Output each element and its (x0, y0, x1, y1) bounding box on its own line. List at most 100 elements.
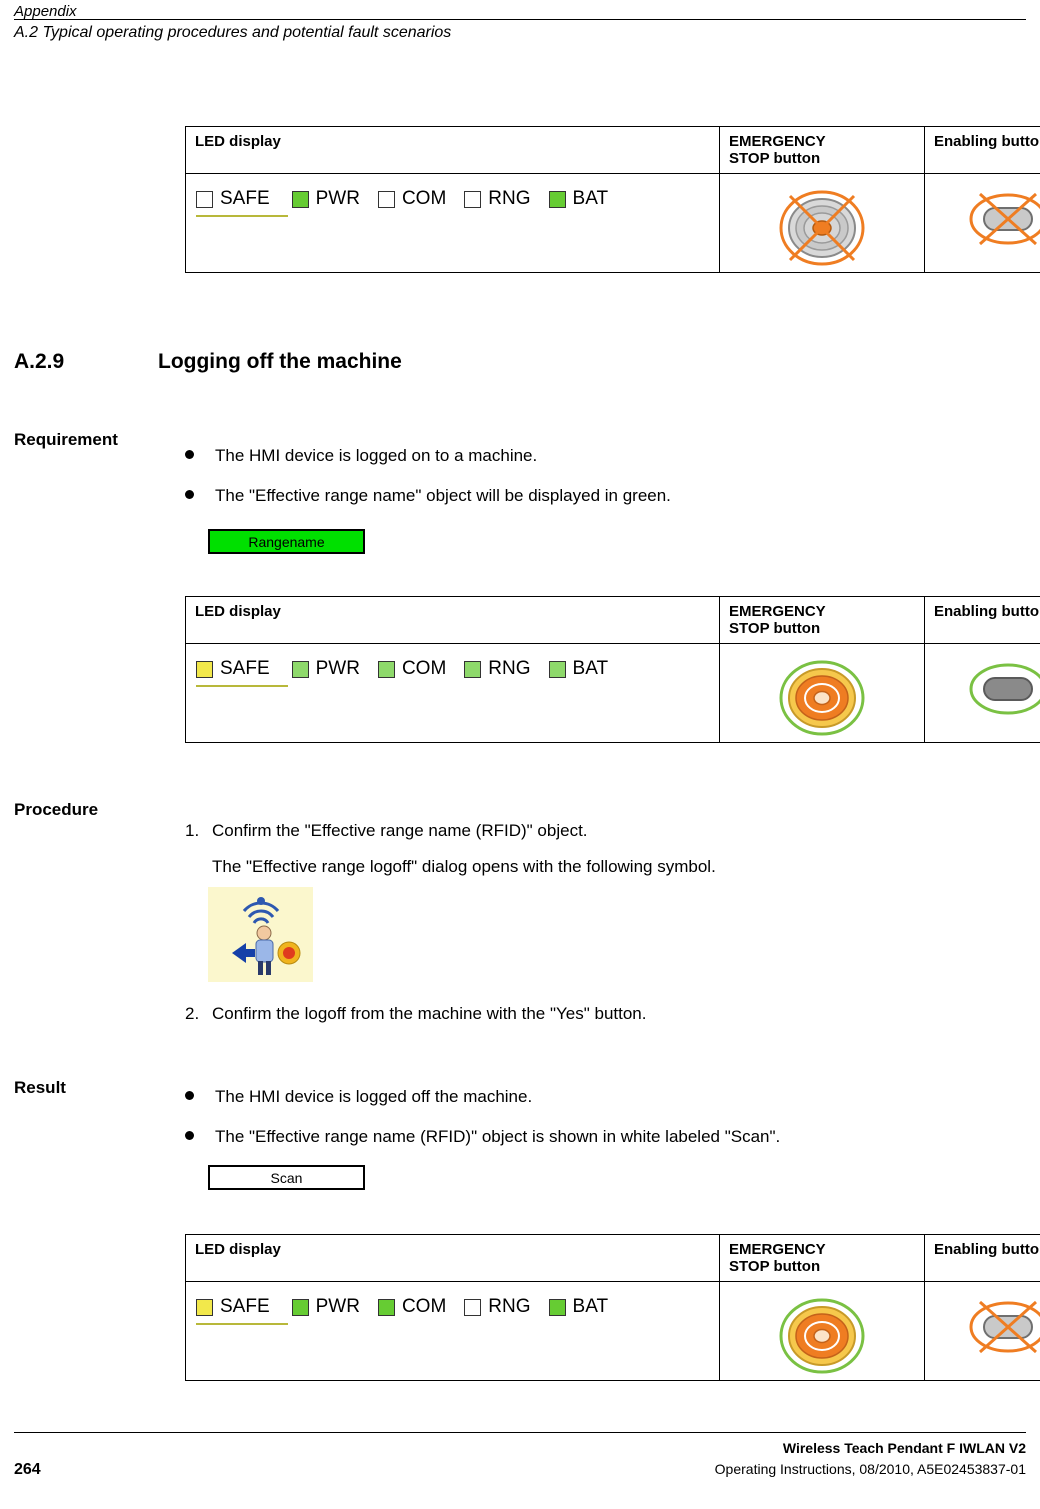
result-bullet-1-text: The HMI device is logged off the machine… (215, 1087, 533, 1106)
estop-cell (719, 173, 925, 273)
led-item-bat: BAT (548, 658, 609, 680)
led-label-com: COM (401, 1296, 447, 1317)
led-label-rng: RNG (488, 658, 531, 679)
table-body-row: SAFE PWR COM RNG BAT (185, 1281, 1040, 1381)
table-header-estop: EMERGENCY STOP button (719, 596, 925, 644)
bullet-dot (185, 450, 194, 459)
led-item-com: COM (377, 1296, 447, 1318)
led-item-rng: RNG (464, 1296, 531, 1318)
led-row: SAFE PWR COM RNG BAT (186, 1282, 719, 1325)
led-item-pwr: PWR (291, 658, 360, 680)
emergency-stop-active-icon (779, 1298, 865, 1374)
led-label-safe: SAFE (220, 1296, 270, 1317)
led-label-pwr: PWR (315, 658, 360, 679)
led-status-table-top: LED display EMERGENCY STOP button Enabli… (185, 126, 1040, 273)
estop-cell (719, 1281, 925, 1381)
enabling-button-active-icon (969, 663, 1040, 715)
led-display-cell: SAFE PWR COM RNG BAT (185, 173, 720, 273)
enabling-icon-wrap (925, 184, 1040, 254)
rfid-logoff-pictogram-icon (208, 887, 313, 982)
led-row: SAFE PWR COM RNG BAT (186, 174, 719, 217)
table-header-led: LED display (185, 126, 720, 174)
enabling-cell (924, 643, 1040, 743)
led-indicator-bat (548, 660, 566, 678)
led-indicator-com (377, 1298, 395, 1316)
table-header-enabling: Enabling button (924, 1234, 1040, 1282)
table-header-estop-line1: EMERGENCY (729, 133, 826, 150)
led-status-table-result: LED display EMERGENCY STOP button Enabli… (185, 1234, 1040, 1381)
led-status-table-requirement: LED display EMERGENCY STOP button Enabli… (185, 596, 1040, 743)
document-page: Appendix A.2 Typical operating procedure… (0, 0, 1040, 1509)
led-item-com: COM (377, 658, 446, 680)
scan-label: Scan (270, 1169, 303, 1186)
footer-page-number: 264 (14, 1461, 41, 1478)
section-number: A.2.9 (14, 350, 65, 373)
table-header-estop-line1: EMERGENCY (729, 603, 826, 620)
led-indicator-com (377, 190, 395, 208)
led-indicator-rng (464, 1298, 482, 1316)
procedure-step-1-text: Confirm the "Effective range name (RFID)… (212, 821, 588, 840)
led-label-bat: BAT (572, 188, 609, 209)
led-indicator-safe (196, 1298, 213, 1316)
table-header-enabling: Enabling button (924, 596, 1040, 644)
emergency-stop-active-icon (779, 660, 865, 736)
table-header-estop: EMERGENCY STOP button (719, 1234, 925, 1282)
led-label-bat: BAT (572, 1296, 609, 1317)
result-bullet-1: The HMI device is logged off the machine… (185, 1087, 885, 1107)
table-header-estop-line2: STOP button (729, 620, 821, 637)
led-indicator-pwr (291, 660, 309, 678)
table-header-estop: EMERGENCY STOP button (719, 126, 925, 174)
table-body-row: SAFE PWR COM RNG BAT (185, 173, 1040, 273)
header-divider (14, 19, 1026, 20)
led-item-com: COM (377, 188, 446, 210)
safe-underline (196, 685, 288, 687)
led-indicator-rng (464, 660, 482, 678)
bullet-dot (185, 1131, 194, 1140)
table-header-led: LED display (185, 1234, 720, 1282)
safe-underline (196, 215, 288, 217)
table-body-row: SAFE PWR COM RNG BAT (185, 643, 1040, 743)
table-header-row: LED display EMERGENCY STOP button Enabli… (185, 1234, 1040, 1282)
led-indicator-safe (196, 190, 213, 208)
led-label-rng: RNG (488, 1296, 531, 1317)
header-subtitle: A.2 Typical operating procedures and pot… (14, 24, 452, 41)
header-title: Appendix (14, 3, 77, 20)
footer-product: Wireless Teach Pendant F IWLAN V2 (782, 1440, 1026, 1456)
led-item-rng: RNG (464, 188, 531, 210)
led-indicator-rng (464, 190, 482, 208)
led-indicator-safe (196, 660, 213, 678)
led-indicator-bat (548, 1298, 566, 1316)
enabling-button-disabled-icon (969, 192, 1040, 246)
enabling-cell (924, 1281, 1040, 1381)
table-header-estop-line2: STOP button (729, 150, 821, 167)
procedure-step-2-number: 2. (185, 1004, 200, 1023)
heading-result: Result (14, 1078, 66, 1097)
result-bullet-2-text: The "Effective range name (RFID)" object… (215, 1127, 781, 1146)
section-title: Logging off the machine (158, 350, 402, 373)
led-label-pwr: PWR (315, 188, 360, 209)
bullet-dot (185, 1091, 194, 1100)
enabling-icon-wrap (925, 1292, 1040, 1362)
heading-requirement: Requirement (14, 430, 118, 449)
table-header-led: LED display (185, 596, 720, 644)
led-item-bat: BAT (548, 1296, 609, 1318)
led-display-cell: SAFE PWR COM RNG BAT (185, 1281, 720, 1381)
led-label-pwr: PWR (315, 1296, 360, 1317)
footer-docinfo: Operating Instructions, 08/2010, A5E0245… (714, 1461, 1026, 1477)
led-item-safe: SAFE (196, 658, 288, 687)
led-label-safe: SAFE (220, 658, 270, 679)
requirement-bullet-1-text: The HMI device is logged on to a machine… (215, 446, 538, 465)
led-label-bat: BAT (572, 658, 609, 679)
led-indicator-bat (548, 190, 566, 208)
led-item-pwr: PWR (291, 1296, 360, 1318)
estop-icon-wrap (720, 1292, 924, 1380)
estop-icon-wrap (720, 654, 924, 742)
table-header-row: LED display EMERGENCY STOP button Enabli… (185, 126, 1040, 174)
effective-range-name-button-green[interactable]: Rangename (208, 529, 365, 554)
led-display-cell: SAFE PWR COM RNG BAT (185, 643, 720, 743)
procedure-step-1-note-text: The "Effective range logoff" dialog open… (212, 857, 716, 876)
effective-range-name-button-white[interactable]: Scan (208, 1165, 365, 1190)
estop-cell (719, 643, 925, 743)
requirement-bullet-2-text: The "Effective range name" object will b… (215, 486, 671, 505)
table-header-estop-line2: STOP button (729, 1258, 821, 1275)
